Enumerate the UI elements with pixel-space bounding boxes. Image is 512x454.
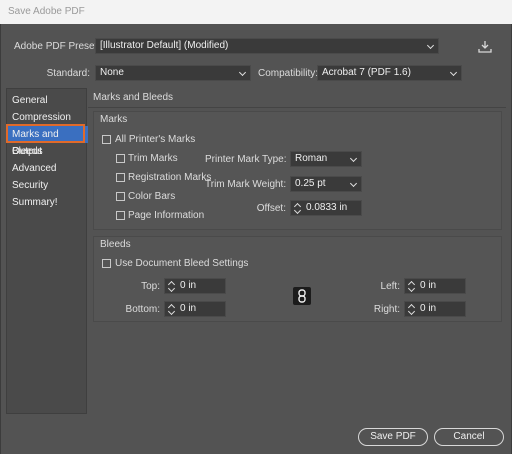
preset-label: Adobe PDF Preset: <box>14 41 101 52</box>
trim-mark-weight-dropdown[interactable]: 0.25 pt <box>290 176 362 192</box>
sidebar-item-general[interactable]: General <box>7 92 88 109</box>
preset-dropdown[interactable]: [Illustrator Default] (Modified) <box>95 38 439 54</box>
compatibility-dropdown[interactable]: Acrobat 7 (PDF 1.6) <box>317 65 462 81</box>
marks-heading: Marks <box>100 114 128 125</box>
bleeds-heading: Bleeds <box>100 239 131 250</box>
color-bars-label: Color Bars <box>128 191 176 202</box>
compatibility-label: Compatibility: <box>258 68 319 79</box>
chevron-down-icon <box>349 179 358 188</box>
page-information-checkbox[interactable] <box>116 211 125 220</box>
trim-marks-label: Trim Marks <box>128 153 178 164</box>
panel-title: Marks and Bleeds <box>93 92 174 103</box>
spinner-icon[interactable] <box>408 281 416 291</box>
chevron-down-icon <box>449 68 458 77</box>
bleed-bottom-label: Bottom: <box>125 304 160 315</box>
trim-marks-checkbox[interactable] <box>116 154 125 163</box>
save-pdf-button[interactable]: Save PDF <box>358 428 428 446</box>
chain-link-icon <box>298 289 306 303</box>
bleed-bottom-field[interactable]: 0 in <box>164 301 226 317</box>
page-information-label: Page Information <box>128 210 205 221</box>
sidebar-item-marks-and-bleeds[interactable]: Marks and Bleeds <box>7 126 88 157</box>
printer-mark-type-label: Printer Mark Type: <box>205 154 287 165</box>
bleed-right-label: Right: <box>373 304 400 315</box>
spinner-icon[interactable] <box>168 281 176 291</box>
spinner-icon[interactable] <box>294 203 302 213</box>
window-titlebar: Save Adobe PDF <box>0 0 512 24</box>
window-title: Save Adobe PDF <box>8 6 85 17</box>
bleed-top-label: Top: <box>141 281 160 292</box>
trim-mark-weight-value: 0.25 pt <box>295 178 326 189</box>
link-icon[interactable] <box>293 287 311 305</box>
spinner-icon[interactable] <box>408 304 416 314</box>
bleed-right-field[interactable]: 0 in <box>404 301 466 317</box>
sidebar-item-summary[interactable]: Summary! <box>7 194 88 211</box>
offset-field[interactable]: 0.0833 in <box>290 200 362 216</box>
bleed-bottom-value: 0 in <box>180 303 197 314</box>
spinner-icon[interactable] <box>168 304 176 314</box>
standard-value: None <box>100 67 124 78</box>
bleed-top-value: 0 in <box>180 280 197 291</box>
standard-dropdown[interactable]: None <box>95 65 251 81</box>
offset-label: Offset: <box>256 203 286 214</box>
printer-mark-type-dropdown[interactable]: Roman <box>290 151 362 167</box>
bleed-left-label: Left: <box>380 281 400 292</box>
bleed-right-value: 0 in <box>420 303 437 314</box>
chevron-down-icon <box>238 68 247 77</box>
color-bars-checkbox[interactable] <box>116 192 125 201</box>
chevron-down-icon <box>349 154 358 163</box>
compatibility-value: Acrobat 7 (PDF 1.6) <box>322 67 411 78</box>
sidebar-item-security[interactable]: Security <box>7 177 88 194</box>
cancel-button[interactable]: Cancel <box>434 428 504 446</box>
bleed-left-field[interactable]: 0 in <box>404 278 466 294</box>
registration-marks-checkbox[interactable] <box>116 173 125 182</box>
all-printers-marks-label: All Printer's Marks <box>115 134 196 145</box>
trim-mark-weight-label: Trim Mark Weight: <box>205 179 287 190</box>
offset-value: 0.0833 in <box>306 202 348 213</box>
category-sidebar: General Compression Marks and Bleeds Out… <box>6 88 88 414</box>
use-document-bleed-checkbox[interactable] <box>102 259 111 268</box>
standard-label: Standard: <box>46 68 90 79</box>
chevron-down-icon <box>426 41 435 50</box>
registration-marks-label: Registration Marks <box>128 172 212 183</box>
sidebar-item-compression[interactable]: Compression <box>7 109 88 126</box>
preset-value: [Illustrator Default] (Modified) <box>100 40 229 51</box>
use-document-bleed-label: Use Document Bleed Settings <box>115 258 249 269</box>
bleed-left-value: 0 in <box>420 280 437 291</box>
printer-mark-type-value: Roman <box>295 153 328 164</box>
all-printers-marks-checkbox[interactable] <box>102 135 111 144</box>
sidebar-item-advanced[interactable]: Advanced <box>7 160 88 177</box>
bleed-top-field[interactable]: 0 in <box>164 278 226 294</box>
sidebar-item-output[interactable]: Output <box>7 143 88 160</box>
save-preset-icon[interactable] <box>478 40 492 54</box>
